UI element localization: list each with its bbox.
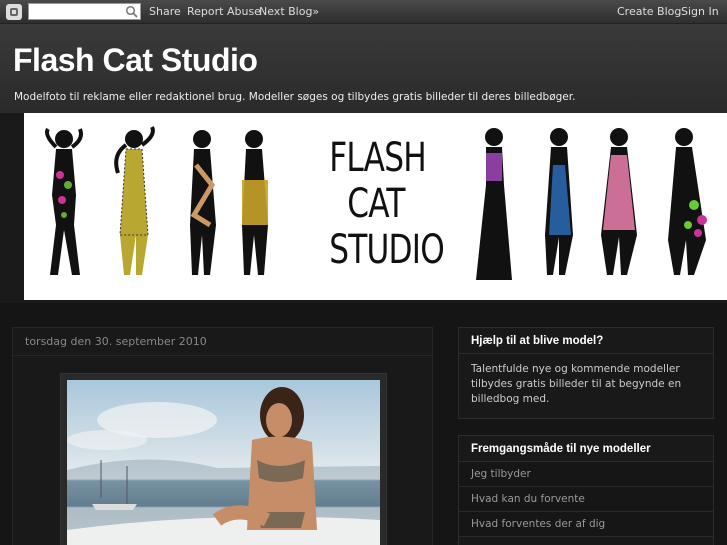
blog-description: Modelfoto til reklame eller redaktionel … [14,91,576,103]
blog-header: Flash Cat Studio Modelfoto til reklame e… [0,24,727,113]
list-item-jeg-tilbyder[interactable]: Jeg tilbyder [459,462,713,487]
next-blog-link[interactable]: Next Blog» [259,5,319,18]
silhouette-figure-icon [242,130,268,275]
list-item-hvad-kan-du-forvente[interactable]: Hvad kan du forvente [459,487,713,512]
share-link[interactable]: Share [149,5,181,18]
search-icon[interactable] [125,5,138,18]
silhouette-figure-icon [545,128,573,275]
blogger-logo-icon[interactable] [6,4,22,20]
model-photo-icon [67,387,380,545]
banner-area: FLASH CAT STUDIO [0,113,727,303]
widget-title: Hjælp til at blive model? [459,328,713,354]
widget-title: Fremgangsmåde til nye modeller [459,436,713,462]
navbar: Share Report Abuse Next Blog» Create Blo… [0,0,727,24]
widget-help: Hjælp til at blive model? Talentfulde ny… [458,327,714,419]
post-photo-frame [60,373,387,545]
silhouette-figure-icon [190,130,216,275]
widget-procedure: Fremgangsmåde til nye modeller Jeg tilby… [458,435,714,545]
silhouette-figure-icon [45,127,83,275]
search-input[interactable] [28,3,141,20]
blog-post: torsdag den 30. september 2010 [12,327,433,545]
create-blog-link[interactable]: Create Blog [617,5,681,18]
divider [13,355,432,356]
post-date: torsdag den 30. september 2010 [25,335,207,348]
list-item-hvad-forventes[interactable]: Hvad forventes der af dig [459,512,713,537]
banner-logo-text: FLASH CAT STUDIO [329,135,445,273]
silhouette-figure-icon [114,126,155,275]
silhouette-figure-icon [476,128,512,280]
silhouette-figure-icon [601,128,637,275]
banner-image: FLASH CAT STUDIO [24,113,727,300]
blog-title[interactable]: Flash Cat Studio [13,42,258,79]
sign-in-link[interactable]: Sign In [681,5,719,18]
post-photo[interactable] [67,380,380,545]
report-abuse-link[interactable]: Report Abuse [187,5,261,18]
widget-text: Talentfulde nye og kommende modeller til… [471,363,682,405]
silhouette-figure-icon [668,128,707,275]
